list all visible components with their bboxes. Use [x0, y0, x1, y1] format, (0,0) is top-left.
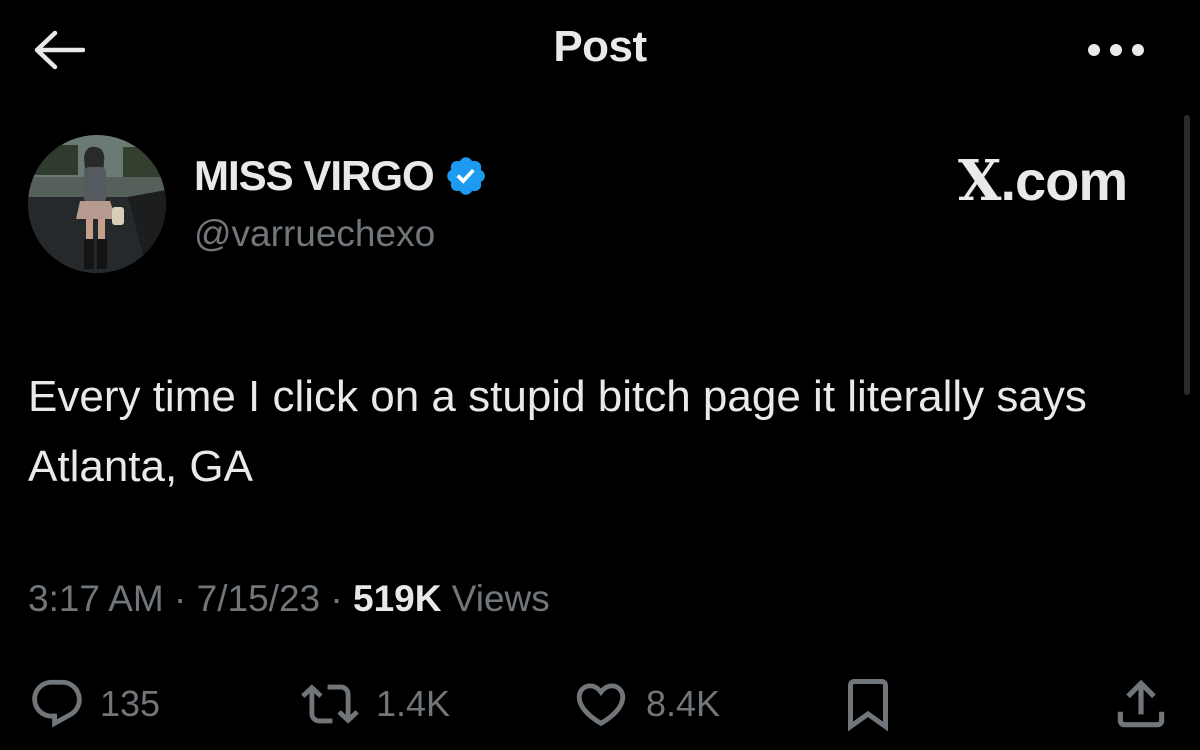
- display-name-row: MISS VIRGO: [194, 150, 488, 202]
- repost-count: 1.4K: [376, 683, 451, 724]
- watermark-suffix: .com: [1000, 149, 1128, 212]
- action-bar: 135 1.4K 8.4K: [0, 672, 1200, 736]
- more-options-button[interactable]: [1080, 26, 1152, 74]
- like-count: 8.4K: [646, 683, 721, 724]
- post-date[interactable]: 7/15/23: [197, 578, 320, 619]
- repost-icon: [301, 684, 359, 724]
- post-time: 3:17 AM: [28, 578, 164, 619]
- reply-count: 135: [100, 683, 161, 724]
- like-button[interactable]: 8.4K: [570, 672, 720, 736]
- verified-badge-icon[interactable]: [444, 154, 488, 198]
- reply-button[interactable]: 135: [28, 672, 160, 736]
- views-label[interactable]: Views: [452, 578, 550, 619]
- post-meta: 3:17 AM · 7/15/23 · 519K Views: [28, 578, 550, 620]
- share-button[interactable]: [1110, 672, 1172, 736]
- scrollbar[interactable]: [1184, 115, 1190, 395]
- avatar-photo: [28, 135, 166, 273]
- share-icon: [1117, 679, 1165, 728]
- page-title: Post: [553, 22, 647, 71]
- display-name[interactable]: MISS VIRGO: [194, 152, 435, 200]
- like-icon: [576, 683, 626, 727]
- more-horizontal-icon: [1088, 44, 1144, 56]
- top-bar: Post: [0, 0, 1200, 100]
- x-logo-glyph: X: [958, 148, 1001, 214]
- repost-button[interactable]: 1.4K: [298, 672, 450, 736]
- post-text: Every time I click on a stupid bitch pag…: [28, 372, 1087, 491]
- views-count[interactable]: 519K: [353, 578, 441, 619]
- avatar[interactable]: [28, 135, 166, 273]
- meta-separator: ·: [320, 578, 353, 619]
- reply-icon: [32, 679, 82, 728]
- bookmark-button[interactable]: [838, 672, 898, 736]
- author-handle[interactable]: @varruechexo: [194, 213, 435, 255]
- bookmark-icon: [848, 679, 888, 732]
- meta-separator: ·: [163, 578, 197, 619]
- watermark-logo: X.com: [958, 148, 1128, 214]
